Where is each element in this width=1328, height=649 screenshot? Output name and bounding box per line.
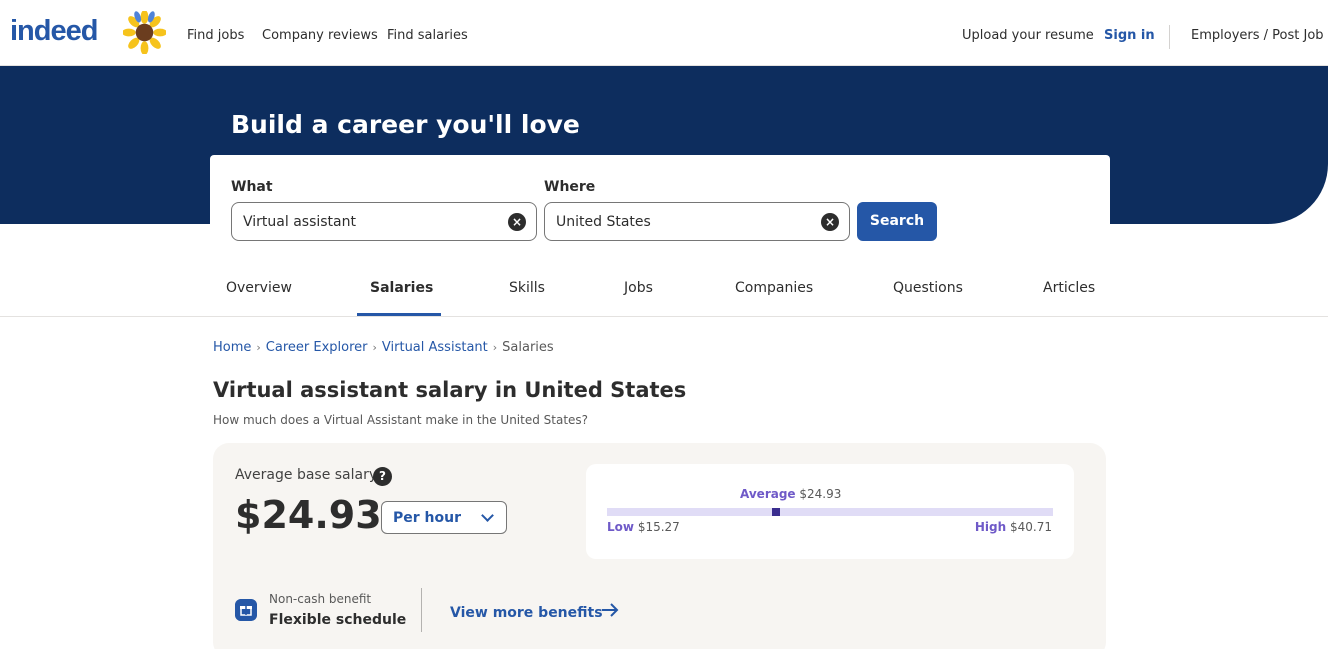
range-average-value: $24.93 bbox=[799, 487, 842, 501]
tab-salaries[interactable]: Salaries bbox=[370, 280, 433, 296]
where-input[interactable]: United States × bbox=[544, 202, 850, 241]
breadcrumb-home[interactable]: Home bbox=[213, 340, 251, 355]
range-average: Average $24.93 bbox=[740, 487, 841, 501]
range-low: Low $15.27 bbox=[607, 520, 680, 534]
help-icon[interactable]: ? bbox=[373, 467, 392, 486]
career-tabs: Overview Salaries Skills Jobs Companies … bbox=[0, 262, 1328, 317]
salary-value: $24.93 bbox=[235, 493, 382, 537]
range-low-value: $15.27 bbox=[637, 520, 680, 534]
salary-card: Average base salary ? $24.93 Per hour Av… bbox=[213, 443, 1106, 649]
nav-company-reviews[interactable]: Company reviews bbox=[262, 28, 378, 43]
tab-articles[interactable]: Articles bbox=[1043, 280, 1095, 296]
page-title: Virtual assistant salary in United State… bbox=[213, 378, 687, 402]
average-marker bbox=[772, 508, 780, 516]
range-average-key: Average bbox=[740, 487, 796, 501]
clear-what-icon[interactable]: × bbox=[508, 213, 526, 231]
top-navbar: indeed Find jobs Company reviews Find sa… bbox=[0, 0, 1328, 66]
average-salary-label: Average base salary bbox=[235, 467, 378, 483]
range-high: High $40.71 bbox=[975, 520, 1052, 534]
tab-jobs[interactable]: Jobs bbox=[624, 280, 653, 296]
nav-find-jobs[interactable]: Find jobs bbox=[187, 28, 244, 43]
upload-resume-link[interactable]: Upload your resume bbox=[962, 28, 1094, 43]
sunflower-logo-icon bbox=[123, 11, 166, 54]
what-input[interactable]: Virtual assistant × bbox=[231, 202, 537, 241]
range-high-key: High bbox=[974, 520, 1007, 534]
employers-post-job-link[interactable]: Employers / Post Job bbox=[1191, 28, 1324, 43]
breadcrumb-virtual-assistant[interactable]: Virtual Assistant bbox=[382, 340, 488, 355]
nav-find-salaries[interactable]: Find salaries bbox=[387, 28, 468, 43]
chevron-right-icon: › bbox=[256, 341, 261, 354]
breadcrumb: Home › Career Explorer › Virtual Assistant › S… bbox=[213, 340, 554, 355]
nav-divider bbox=[1169, 25, 1170, 49]
range-high-value: $40.71 bbox=[1010, 520, 1052, 534]
range-low-key: Low bbox=[607, 520, 634, 534]
tab-overview[interactable]: Overview bbox=[226, 280, 292, 296]
view-more-benefits-link[interactable]: View more benefits bbox=[450, 605, 603, 621]
arrow-right-icon[interactable] bbox=[599, 599, 621, 621]
salary-range-box: Average $24.93 Low $15.27 High $40.71 bbox=[586, 464, 1074, 559]
page-subtitle: How much does a Virtual Assistant make i… bbox=[213, 413, 589, 427]
sign-in-link[interactable]: Sign in bbox=[1104, 28, 1155, 43]
breadcrumb-current: Salaries bbox=[502, 340, 554, 355]
chevron-right-icon: › bbox=[372, 341, 377, 354]
where-input-value: United States bbox=[556, 214, 651, 230]
chevron-down-icon bbox=[481, 509, 494, 522]
where-label: Where bbox=[544, 179, 596, 195]
search-button[interactable]: Search bbox=[857, 202, 937, 241]
what-label: What bbox=[231, 179, 273, 195]
breadcrumb-career-explorer[interactable]: Career Explorer bbox=[266, 340, 368, 355]
salary-range-bar bbox=[607, 508, 1053, 516]
benefit-name: Flexible schedule bbox=[269, 612, 407, 628]
hero-title: Build a career you'll love bbox=[231, 110, 580, 139]
tab-skills[interactable]: Skills bbox=[509, 280, 545, 296]
benefit-divider bbox=[421, 588, 422, 632]
benefit-kind: Non-cash benefit bbox=[269, 592, 372, 606]
active-tab-indicator bbox=[357, 313, 441, 316]
pay-period-select[interactable]: Per hour bbox=[381, 501, 507, 534]
clear-where-icon[interactable]: × bbox=[821, 213, 839, 231]
gift-icon bbox=[235, 599, 257, 621]
tab-companies[interactable]: Companies bbox=[735, 280, 813, 296]
pay-period-value: Per hour bbox=[393, 510, 461, 526]
what-input-value: Virtual assistant bbox=[243, 214, 356, 230]
search-card: What Virtual assistant × Where United St… bbox=[210, 155, 1110, 255]
chevron-right-icon: › bbox=[492, 341, 498, 354]
tab-questions[interactable]: Questions bbox=[893, 280, 963, 296]
indeed-logo[interactable]: indeed bbox=[10, 15, 98, 48]
